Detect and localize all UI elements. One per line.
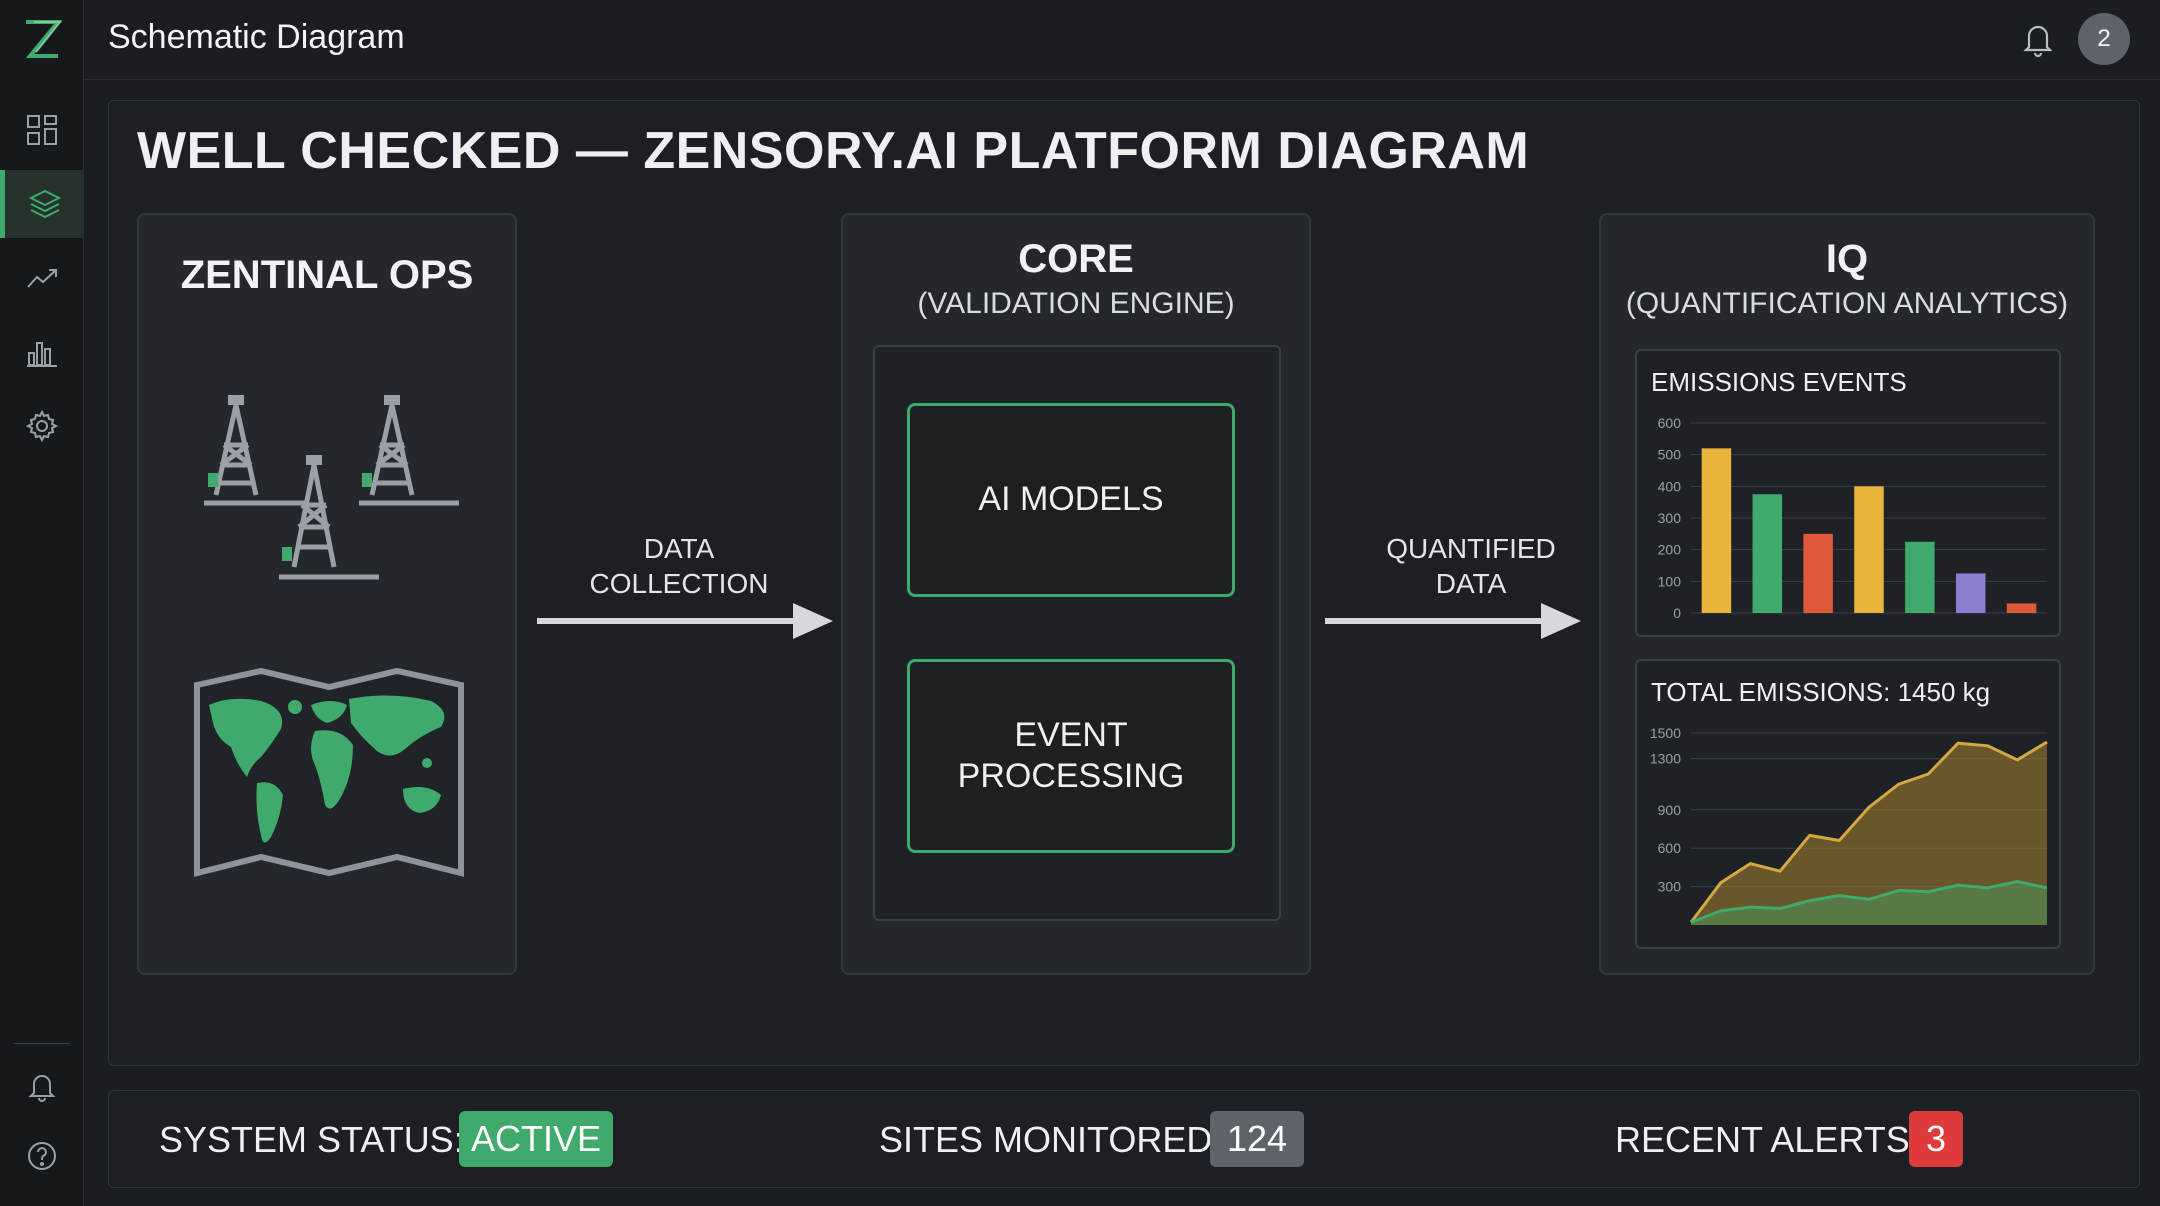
ops-title: ZENTINAL OPS <box>180 253 474 297</box>
y-tick-label: 100 <box>1658 573 1682 589</box>
y-tick-label: 0 <box>1673 605 1681 621</box>
arrow2-line1: QUANTIFIED <box>1386 533 1556 564</box>
zentinal-ops-block: ZENTINAL OPS <box>137 213 517 975</box>
event-processing-box[interactable]: EVENT PROCESSING <box>907 659 1235 853</box>
bar <box>1701 448 1732 613</box>
sidebar-item-dashboard[interactable] <box>0 96 84 164</box>
recent-alerts-badge[interactable]: 3 <box>1909 1111 1963 1167</box>
dashboard-icon <box>27 115 57 145</box>
core-title: CORE <box>1018 237 1134 281</box>
y-tick-label: 1500 <box>1650 725 1681 741</box>
layers-icon <box>28 189 61 219</box>
y-tick-label: 600 <box>1658 415 1682 431</box>
area-chart-canvas: 300 600 900 1300 1500 <box>1650 725 2048 925</box>
system-status-badge: ACTIVE <box>459 1111 613 1167</box>
zensory-logo-icon[interactable] <box>20 14 64 64</box>
y-tick-label: 900 <box>1658 802 1682 818</box>
iq-title: IQ <box>1825 237 1869 281</box>
arrow1-line1: DATA <box>643 533 715 564</box>
arrow2-line2: DATA <box>1435 568 1507 599</box>
quantified-data-label: QUANTIFIED DATA <box>1321 531 1621 601</box>
status-bar: SYSTEM STATUS: ACTIVE SITES MONITORED: 1… <box>108 1090 2140 1188</box>
world-map-icon <box>194 667 464 877</box>
gear-icon <box>25 409 59 443</box>
diagram-title: WELL CHECKED — ZENSORY.AI PLATFORM DIAGR… <box>137 122 1530 180</box>
bar <box>1905 541 1935 613</box>
sites-monitored-badge: 124 <box>1210 1111 1304 1167</box>
iq-subtitle: (QUANTIFICATION ANALYTICS) <box>1625 287 2069 320</box>
top-bar: Schematic Diagram 2 <box>84 0 2160 80</box>
bar <box>1803 533 1833 613</box>
y-tick-label: 400 <box>1658 478 1682 494</box>
y-tick-label: 300 <box>1658 510 1682 526</box>
sites-monitored-label: SITES MONITORED: <box>879 1119 1223 1160</box>
sidebar-item-layers[interactable] <box>0 170 84 238</box>
core-block: CORE (VALIDATION ENGINE) AI MODELS EVENT… <box>841 213 1311 975</box>
bar <box>1955 573 1986 613</box>
emissions-events-chart: EMISSIONS EVENTS 0 100 200 300 400 500 600 <box>1635 349 2061 637</box>
recent-alerts-label: RECENT ALERTS: <box>1615 1119 1920 1160</box>
bar <box>2006 603 2037 613</box>
arrow-right-icon <box>537 603 833 639</box>
bar-chart-canvas: 0 100 200 300 400 500 600 <box>1658 415 2047 621</box>
y-tick-label: 200 <box>1658 542 1682 558</box>
help-icon <box>28 1142 56 1170</box>
y-tick-label: 500 <box>1658 447 1682 463</box>
arrow1-line2: COLLECTION <box>589 568 769 599</box>
y-tick-label: 1300 <box>1650 751 1681 767</box>
bell-icon[interactable] <box>2020 20 2056 58</box>
total-emissions-chart: TOTAL EMISSIONS: 1450 kg 300 600 900 1300 15… <box>1635 659 2061 949</box>
ai-models-label: AI MODELS <box>978 480 1164 519</box>
data-collection-label: DATA COLLECTION <box>529 531 829 601</box>
page-title: Schematic Diagram <box>108 18 405 56</box>
event-processing-line1: EVENT <box>1014 715 1128 754</box>
oil-rig-icon <box>204 395 459 580</box>
sidebar-divider <box>14 1043 70 1044</box>
arrow-right-icon <box>1325 603 1581 639</box>
bar-chart-icon <box>27 342 57 367</box>
system-status-label: SYSTEM STATUS: <box>159 1119 464 1160</box>
sidebar-item-help[interactable] <box>0 1122 84 1190</box>
event-processing-line2: PROCESSING <box>957 757 1185 795</box>
y-tick-label: 300 <box>1658 879 1682 895</box>
sidebar-item-settings[interactable] <box>0 392 84 460</box>
sidebar-item-notifications[interactable] <box>0 1052 84 1120</box>
ai-models-box[interactable]: AI MODELS <box>907 403 1235 597</box>
bar <box>1854 486 1884 613</box>
diagram-panel: WELL CHECKED — ZENSORY.AI PLATFORM DIAGR… <box>108 100 2140 1066</box>
y-tick-label: 600 <box>1658 840 1682 856</box>
trend-icon <box>27 269 57 288</box>
bar <box>1752 494 1783 613</box>
bell-icon <box>28 1075 56 1102</box>
iq-block: IQ (QUANTIFICATION ANALYTICS) EMISSIONS … <box>1599 213 2095 975</box>
sidebar <box>0 0 84 1206</box>
sidebar-item-analytics[interactable] <box>0 318 84 386</box>
core-subtitle: (VALIDATION ENGINE) <box>917 287 1235 320</box>
sidebar-item-trends[interactable] <box>0 244 84 312</box>
avatar[interactable]: 2 <box>2078 13 2130 65</box>
